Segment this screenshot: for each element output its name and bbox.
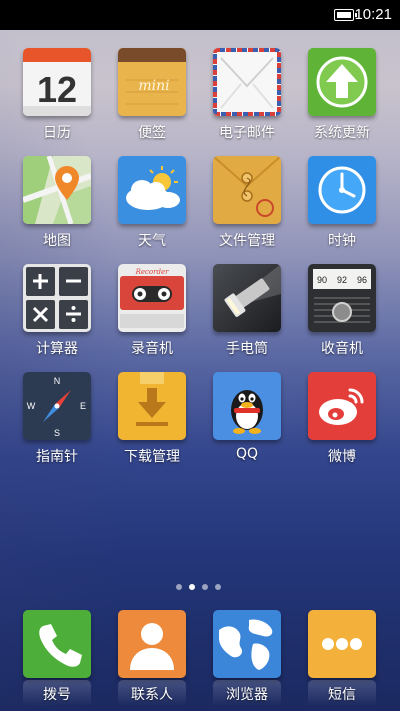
app-radio[interactable]: 90 92 96 收音机 (297, 264, 387, 364)
folder-envelope-icon (213, 156, 281, 224)
app-label: 时钟 (328, 233, 356, 249)
app-label: QQ (235, 446, 259, 462)
status-bar: 10:21 (0, 0, 400, 30)
app-label: 录音机 (131, 341, 173, 357)
globe-icon (213, 610, 281, 678)
dock-label: 联系人 (131, 687, 173, 703)
phone-icon (23, 610, 91, 678)
page-dot[interactable] (176, 584, 182, 590)
calendar-date: 12 (37, 69, 77, 110)
envelope-icon (213, 48, 281, 116)
app-maps[interactable]: 地图 (12, 156, 102, 256)
app-label: 收音机 (321, 341, 363, 357)
message-icon (308, 610, 376, 678)
svg-text:W: W (27, 401, 36, 411)
svg-text:S: S (54, 428, 60, 438)
page-indicator[interactable] (176, 584, 226, 592)
flashlight-icon (213, 264, 281, 332)
dock-contacts[interactable]: 联系人 (107, 600, 197, 710)
app-weather[interactable]: 天气 (107, 156, 197, 256)
app-weibo[interactable]: 微博 (297, 372, 387, 472)
compass-icon: N S W E (23, 372, 91, 440)
app-label: 下载管理 (124, 449, 180, 465)
app-label: 计算器 (36, 341, 78, 357)
download-icon (118, 372, 186, 440)
app-label: 微博 (328, 449, 356, 465)
app-downloads[interactable]: 下载管理 (107, 372, 197, 472)
battery-icon (334, 9, 357, 21)
app-label: 地图 (43, 233, 71, 249)
dock-label: 拨号 (43, 687, 71, 703)
radio-dial-2: 92 (337, 275, 347, 285)
app-label: 指南针 (36, 449, 78, 465)
app-clock[interactable]: 时钟 (297, 156, 387, 256)
app-updater[interactable]: 系统更新 (297, 48, 387, 148)
app-label: 系统更新 (314, 125, 370, 141)
app-calendar[interactable]: 12 日历 (12, 48, 102, 148)
weather-icon (118, 156, 186, 224)
app-compass[interactable]: N S W E 指南针 (12, 372, 102, 472)
up-arrow-icon (308, 48, 376, 116)
app-email[interactable]: 电子邮件 (202, 48, 292, 148)
app-label: 手电筒 (226, 341, 268, 357)
app-calculator[interactable]: 计算器 (12, 264, 102, 364)
app-label: 天气 (138, 233, 166, 249)
notes-icon: mini (118, 48, 186, 116)
dock-label: 浏览器 (226, 687, 268, 703)
weibo-icon (308, 372, 376, 440)
dock-messaging[interactable]: 短信 (297, 600, 387, 710)
radio-icon: 90 92 96 (308, 264, 376, 332)
recorder-brand: Recorder (135, 268, 170, 276)
calendar-icon: 12 (23, 48, 91, 116)
dock-dialer[interactable]: 拨号 (12, 600, 102, 710)
app-label: 电子邮件 (219, 125, 275, 141)
calculator-icon (23, 264, 91, 332)
dock: 拨号 联系人 浏览器 短信 (0, 600, 400, 711)
qq-penguin-icon (213, 372, 281, 440)
svg-text:E: E (80, 401, 86, 411)
app-label: 日历 (43, 125, 71, 141)
map-pin-icon (23, 156, 91, 224)
contact-icon (118, 610, 186, 678)
dock-browser[interactable]: 浏览器 (202, 600, 292, 710)
page-dot-active[interactable] (189, 584, 195, 590)
app-qq[interactable]: QQ (202, 372, 292, 472)
page-dot[interactable] (202, 584, 208, 590)
notes-brand: mini (138, 78, 169, 94)
app-label: 文件管理 (219, 233, 275, 249)
clock-icon (308, 156, 376, 224)
radio-dial-3: 96 (357, 275, 367, 285)
app-files[interactable]: 文件管理 (202, 156, 292, 256)
status-time: 10:21 (354, 6, 392, 23)
app-label: 便签 (138, 125, 166, 141)
svg-text:N: N (54, 376, 61, 386)
cassette-icon: Recorder (118, 264, 186, 332)
app-notes[interactable]: mini 便签 (107, 48, 197, 148)
page-dot[interactable] (215, 584, 221, 590)
app-recorder[interactable]: Recorder 录音机 (107, 264, 197, 364)
dock-label: 短信 (328, 687, 356, 703)
app-flashlight[interactable]: 手电筒 (202, 264, 292, 364)
radio-dial-1: 90 (317, 275, 327, 285)
